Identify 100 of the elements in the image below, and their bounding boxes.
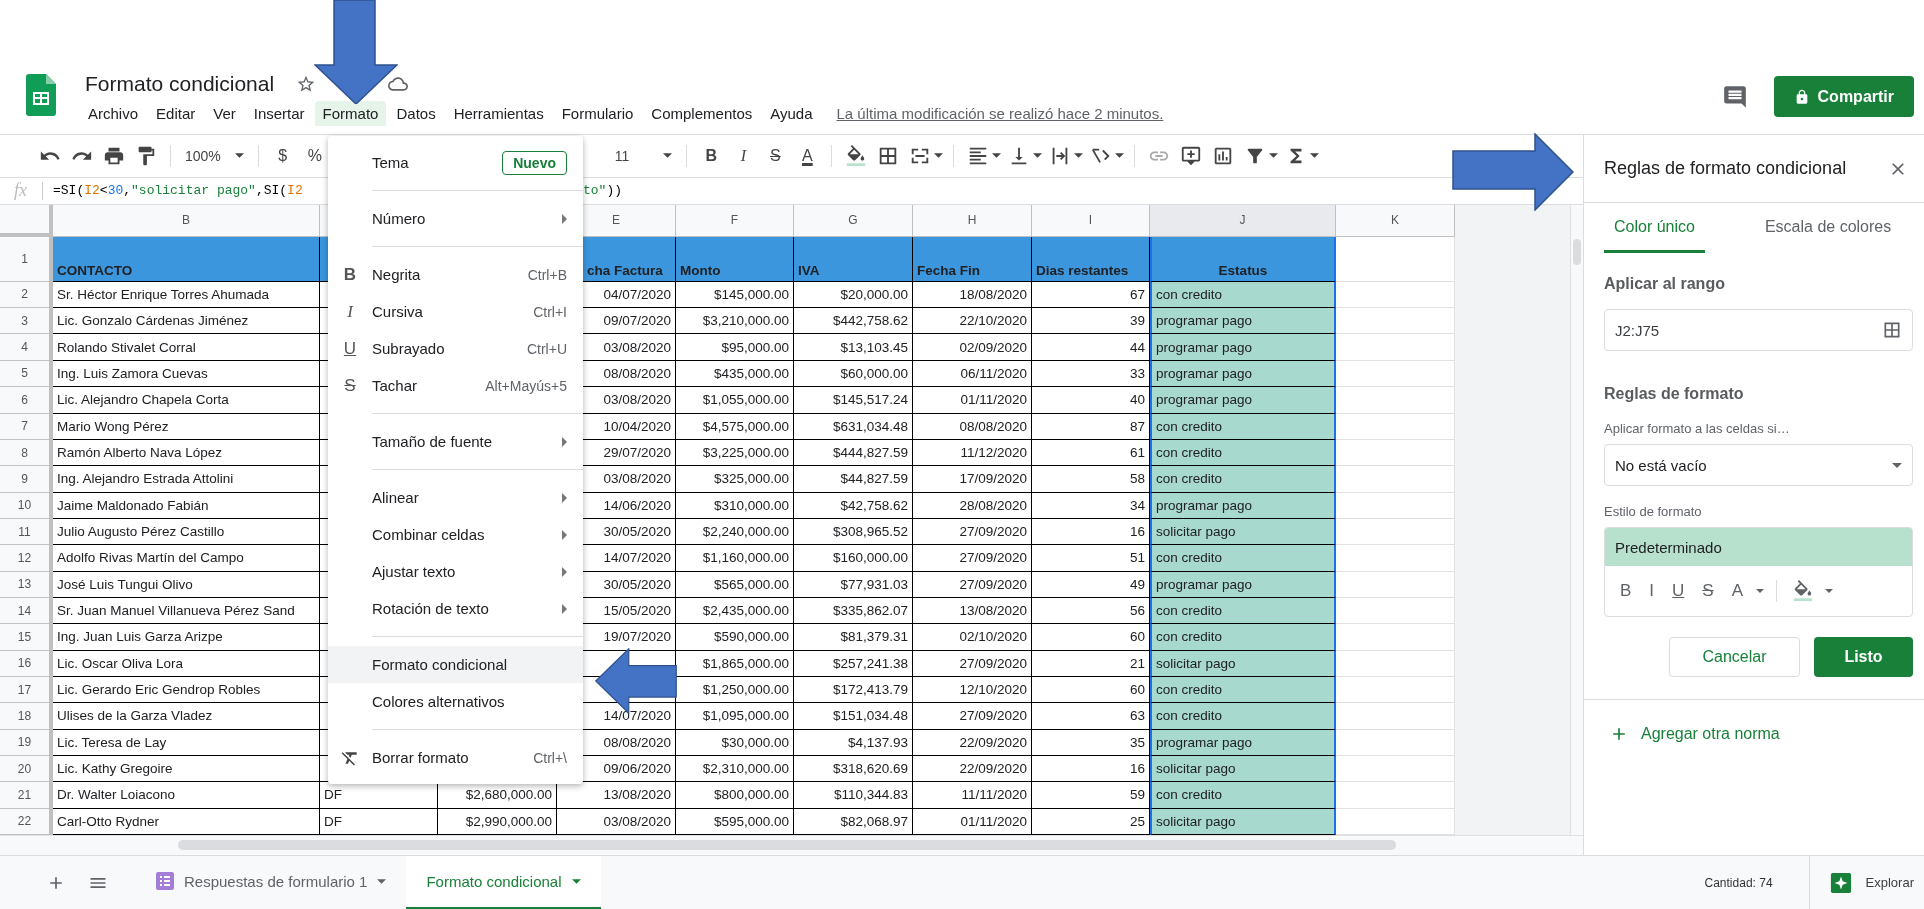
table-cell: $3,210,000.00 <box>676 308 794 335</box>
strikethrough-button[interactable]: S <box>761 146 790 165</box>
row-number[interactable]: 5 <box>0 360 53 388</box>
row-number[interactable]: 11 <box>0 518 53 546</box>
row-number[interactable]: 14 <box>0 597 53 625</box>
sheets-logo-icon[interactable] <box>26 74 56 116</box>
grid-icon[interactable] <box>1882 320 1902 340</box>
formula-text[interactable]: to")) <box>583 183 622 199</box>
panel-tab[interactable]: Color único <box>1604 203 1705 253</box>
row-number[interactable]: 21 <box>0 782 53 809</box>
caret-icon <box>377 878 387 884</box>
menu-option[interactable]: Formato condicional <box>328 646 583 683</box>
table-cell: $145,000.00 <box>676 281 794 309</box>
menu-item[interactable]: Archivo <box>80 101 147 126</box>
column-header[interactable]: K <box>1336 204 1455 237</box>
caret-icon[interactable] <box>1269 153 1279 159</box>
caret-icon[interactable] <box>1115 153 1125 159</box>
caret-icon[interactable] <box>992 153 1002 159</box>
currency-button[interactable]: $ <box>268 146 297 165</box>
row-number[interactable]: 4 <box>0 334 53 361</box>
count-summary[interactable]: Cantidad: 74 <box>1704 875 1773 890</box>
menu-item[interactable]: Editar <box>148 101 204 126</box>
row-number[interactable]: 1 <box>0 236 53 282</box>
condition-dropdown[interactable]: No está vacío <box>1604 444 1913 486</box>
menu-option[interactable]: Tema Nuevo <box>328 144 583 181</box>
table-cell: 22/10/2020 <box>913 308 1032 335</box>
italic-button[interactable]: I <box>729 146 758 165</box>
zoom-dropdown[interactable]: 100% <box>181 147 248 164</box>
table-cell: $444,827.59 <box>794 439 913 467</box>
caret-icon[interactable] <box>1033 153 1043 159</box>
row-number[interactable]: 22 <box>0 808 53 835</box>
caret-icon[interactable] <box>1825 589 1834 593</box>
table-cell: $318,620.69 <box>794 755 913 783</box>
row-number[interactable]: 2 <box>0 281 53 309</box>
fx-label: fx <box>14 180 28 202</box>
caret-icon[interactable] <box>1310 153 1320 159</box>
menu-item[interactable]: Ver <box>205 101 244 126</box>
caret-icon[interactable] <box>1074 153 1084 159</box>
row-number[interactable]: 10 <box>0 492 53 519</box>
row-number[interactable]: 9 <box>0 466 53 493</box>
share-button[interactable]: Compartir <box>1773 76 1914 117</box>
row-number[interactable]: 20 <box>0 755 53 783</box>
column-header[interactable]: H <box>913 204 1032 237</box>
explore-icon <box>1829 871 1852 894</box>
last-edit-link[interactable]: La última modificación se realizó hace 2 minutos. <box>836 105 1164 122</box>
table-cell: 28/08/2020 <box>913 492 1032 519</box>
row-number[interactable]: 15 <box>0 624 53 651</box>
row-number[interactable]: 19 <box>0 729 53 756</box>
document-title[interactable]: Formato condicional <box>85 72 275 96</box>
style-preview[interactable]: Predeterminado <box>1605 528 1912 566</box>
comment-icon[interactable] <box>1721 83 1748 110</box>
column-header[interactable]: B <box>53 204 320 237</box>
column-header[interactable]: F <box>676 204 794 237</box>
column-header[interactable]: G <box>794 204 913 237</box>
row-number[interactable]: 12 <box>0 545 53 572</box>
font-size-dropdown[interactable]: 11 <box>610 147 677 164</box>
menu-item[interactable]: Herramientas <box>445 101 552 126</box>
text-color-button[interactable]: A <box>1726 581 1749 601</box>
underline-button[interactable]: U <box>1667 581 1690 601</box>
menu-item[interactable]: Ayuda <box>762 101 821 126</box>
horizontal-scrollbar[interactable] <box>178 840 1396 851</box>
table-cell: 22/09/2020 <box>913 729 1032 756</box>
table-cell: 06/11/2020 <box>913 360 1032 388</box>
row-number[interactable]: 7 <box>0 413 53 440</box>
done-button[interactable]: Listo <box>1814 637 1913 677</box>
add-rule-link[interactable]: Agregar otra norma <box>1641 725 1780 743</box>
menu-item[interactable]: Formulario <box>553 101 642 126</box>
sheet-tab[interactable]: Respuestas de formulario 1 <box>136 855 407 909</box>
bold-button[interactable]: B <box>1615 581 1637 601</box>
menu-item[interactable]: Datos <box>388 101 444 126</box>
menu-item[interactable]: Complementos <box>643 101 761 126</box>
row-number[interactable]: 8 <box>0 439 53 467</box>
table-cell: programar pago <box>1150 387 1336 414</box>
row-number[interactable]: 16 <box>0 650 53 677</box>
row-number[interactable]: 17 <box>0 676 53 704</box>
range-field[interactable]: J2:J75 <box>1604 309 1913 351</box>
panel-tab[interactable]: Escala de colores <box>1754 203 1902 253</box>
bold-button[interactable]: B <box>697 146 726 165</box>
table-cell: $4,137.93 <box>794 729 913 756</box>
table-cell: $257,241.38 <box>794 650 913 677</box>
menu-item[interactable]: Insertar <box>245 101 313 126</box>
column-header[interactable]: J <box>1150 204 1336 237</box>
caret-icon[interactable] <box>934 153 944 159</box>
caret-icon[interactable] <box>1756 589 1765 593</box>
vertical-scrollbar[interactable] <box>1573 238 1581 265</box>
strikethrough-button[interactable]: S <box>1697 581 1719 601</box>
italic-button[interactable]: I <box>1644 581 1660 601</box>
row-number[interactable]: 3 <box>0 308 53 335</box>
row-number[interactable]: 18 <box>0 703 53 730</box>
row-number[interactable]: 13 <box>0 571 53 598</box>
menu-item[interactable]: Formato <box>314 101 387 126</box>
text-color-button[interactable]: A <box>793 146 822 165</box>
sheet-tab[interactable]: Formato condicional <box>406 855 601 909</box>
cancel-button[interactable]: Cancelar <box>1669 637 1800 677</box>
percent-button[interactable]: % <box>300 146 329 165</box>
table-cell: $590,000.00 <box>676 624 794 651</box>
cloud-icon[interactable] <box>388 74 409 94</box>
column-header[interactable]: I <box>1032 204 1150 237</box>
explore-button[interactable]: Explorar <box>1808 855 1924 909</box>
row-number[interactable]: 6 <box>0 387 53 414</box>
